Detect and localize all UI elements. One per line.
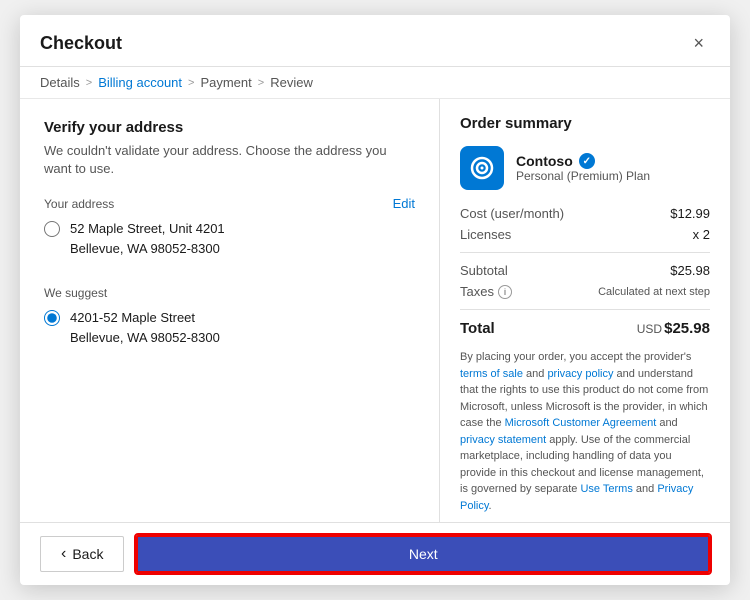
licenses-value: x 2 [693, 227, 710, 242]
breadcrumb-payment[interactable]: Payment [200, 75, 251, 90]
modal-body: Verify your address We couldn't validate… [20, 99, 730, 522]
contoso-logo-icon [468, 154, 496, 182]
divider-1 [460, 252, 710, 253]
taxes-label-group: Taxes i [460, 284, 512, 299]
subtotal-label: Subtotal [460, 263, 508, 278]
edit-link[interactable]: Edit [393, 196, 415, 211]
cost-line: Cost (user/month) $12.99 [460, 206, 710, 221]
modal-title: Checkout [40, 33, 122, 54]
total-value: USD$25.98 [637, 320, 710, 337]
use-terms-link[interactable]: Use Terms [580, 483, 632, 495]
modal-overlay: Checkout × Details > Billing account > P… [0, 0, 750, 600]
privacy-statement-link[interactable]: privacy statement [460, 434, 546, 446]
breadcrumb-details[interactable]: Details [40, 75, 80, 90]
your-address-text: 52 Maple Street, Unit 4201 Bellevue, WA … [70, 219, 225, 258]
total-row: Total USD$25.98 [460, 320, 710, 337]
product-plan: Personal (Premium) Plan [516, 169, 710, 183]
total-label: Total [460, 320, 495, 337]
taxes-label-text: Taxes [460, 284, 494, 299]
breadcrumb-sep-1: > [86, 77, 92, 89]
order-summary-title: Order summary [460, 115, 710, 132]
your-address-radio[interactable] [44, 221, 60, 237]
divider-2 [460, 309, 710, 310]
checkout-modal: Checkout × Details > Billing account > P… [20, 15, 730, 585]
your-address-label-row: Your address Edit [44, 196, 415, 211]
left-panel: Verify your address We couldn't validate… [20, 99, 440, 522]
your-address-block: Your address Edit 52 Maple Street, Unit … [44, 196, 415, 270]
privacy-policy-link-1[interactable]: privacy policy [547, 368, 613, 380]
next-button[interactable]: Next [136, 535, 710, 573]
section-desc: We couldn't validate your address. Choos… [44, 142, 415, 178]
suggest-label: We suggest [44, 286, 415, 300]
taxes-info-icon[interactable]: i [498, 285, 512, 299]
section-title: Verify your address [44, 119, 415, 136]
your-address-line1: 52 Maple Street, Unit 4201 [70, 219, 225, 239]
close-button[interactable]: × [687, 31, 710, 56]
breadcrumb-sep-3: > [258, 77, 264, 89]
modal-header: Checkout × [20, 15, 730, 67]
your-address-line2: Bellevue, WA 98052-8300 [70, 239, 225, 259]
back-chevron-icon: ‹ [61, 545, 66, 563]
footer: ‹ Back Next [20, 522, 730, 585]
total-currency: USD [637, 322, 662, 336]
verified-badge-icon: ✓ [579, 153, 595, 169]
cost-label: Cost (user/month) [460, 206, 564, 221]
breadcrumb-review[interactable]: Review [270, 75, 313, 90]
suggested-address-text: 4201-52 Maple Street Bellevue, WA 98052-… [70, 308, 220, 347]
privacy-policy-link-2[interactable]: Privacy Policy [460, 483, 693, 512]
your-address-label: Your address [44, 197, 114, 211]
breadcrumb-sep-2: > [188, 77, 194, 89]
back-label: Back [72, 546, 103, 562]
product-name: Contoso ✓ [516, 153, 710, 169]
right-panel: Order summary Contoso ✓ [440, 99, 730, 522]
licenses-label: Licenses [460, 227, 511, 242]
suggested-address-option[interactable]: 4201-52 Maple Street Bellevue, WA 98052-… [44, 308, 415, 347]
suggested-address-line1: 4201-52 Maple Street [70, 308, 220, 328]
breadcrumb-billing-account[interactable]: Billing account [98, 75, 182, 90]
subtotal-value: $25.98 [670, 263, 710, 278]
suggested-address-block: We suggest 4201-52 Maple Street Bellevue… [44, 286, 415, 359]
product-icon [460, 146, 504, 190]
suggested-address-line2: Bellevue, WA 98052-8300 [70, 328, 220, 348]
suggested-address-radio[interactable] [44, 310, 60, 326]
cost-value: $12.99 [670, 206, 710, 221]
legal-text: By placing your order, you accept the pr… [460, 349, 710, 514]
your-address-option[interactable]: 52 Maple Street, Unit 4201 Bellevue, WA … [44, 219, 415, 258]
licenses-line: Licenses x 2 [460, 227, 710, 242]
taxes-value: Calculated at next step [598, 286, 710, 298]
terms-of-sale-link[interactable]: terms of sale [460, 368, 523, 380]
mca-link[interactable]: Microsoft Customer Agreement [505, 417, 657, 429]
breadcrumb: Details > Billing account > Payment > Re… [20, 67, 730, 99]
product-row: Contoso ✓ Personal (Premium) Plan [460, 146, 710, 190]
back-button[interactable]: ‹ Back [40, 536, 124, 572]
product-info: Contoso ✓ Personal (Premium) Plan [516, 153, 710, 183]
subtotal-line: Subtotal $25.98 [460, 263, 710, 278]
taxes-line: Taxes i Calculated at next step [460, 284, 710, 299]
total-amount: $25.98 [664, 320, 710, 337]
